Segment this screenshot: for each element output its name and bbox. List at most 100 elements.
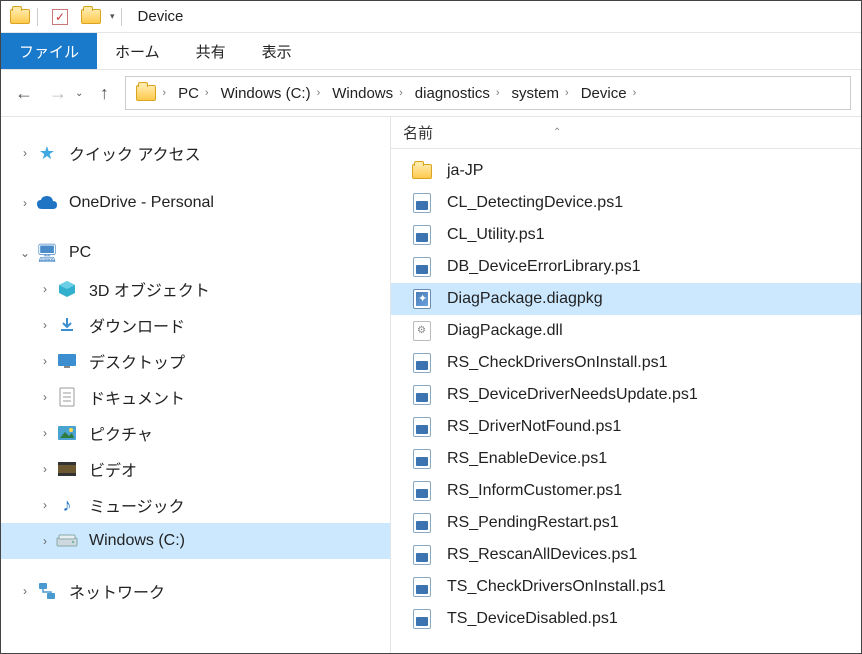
qat-dropdown-icon[interactable]: ▾ bbox=[110, 11, 115, 22]
nav-3d-objects[interactable]: › 3D オブジェクト bbox=[1, 271, 390, 307]
chevron-right-icon[interactable]: › bbox=[35, 498, 55, 512]
file-row[interactable]: CL_Utility.ps1 bbox=[391, 219, 861, 251]
dll-file-icon bbox=[411, 320, 433, 342]
file-row[interactable]: TS_CheckDriversOnInstall.ps1 bbox=[391, 571, 861, 603]
file-row[interactable]: RS_PendingRestart.ps1 bbox=[391, 507, 861, 539]
nav-desktop[interactable]: › デスクトップ bbox=[1, 343, 390, 379]
network-icon bbox=[35, 579, 59, 603]
file-row[interactable]: RS_DriverNotFound.ps1 bbox=[391, 411, 861, 443]
file-name: RS_EnableDevice.ps1 bbox=[447, 450, 607, 468]
file-name: TS_DeviceDisabled.ps1 bbox=[447, 610, 618, 628]
column-headers[interactable]: 名前 ⌃ bbox=[391, 117, 861, 149]
cloud-icon bbox=[35, 191, 59, 215]
diagpkg-file-icon bbox=[411, 288, 433, 310]
nav-downloads[interactable]: › ダウンロード bbox=[1, 307, 390, 343]
nav-videos[interactable]: › ビデオ bbox=[1, 451, 390, 487]
nav-music[interactable]: › ♪ ミュージック bbox=[1, 487, 390, 523]
history-dropdown-icon[interactable]: ⌄ bbox=[75, 88, 83, 99]
nav-label: クイック アクセス bbox=[69, 141, 201, 165]
document-icon bbox=[55, 385, 79, 409]
chevron-right-icon[interactable]: › bbox=[15, 196, 35, 210]
up-button[interactable]: ↑ bbox=[91, 80, 117, 106]
file-name: RS_RescanAllDevices.ps1 bbox=[447, 546, 637, 564]
file-row[interactable]: RS_DeviceDriverNeedsUpdate.ps1 bbox=[391, 379, 861, 411]
powershell-file-icon bbox=[411, 256, 433, 278]
nav-drive-c[interactable]: › Windows (C:) bbox=[1, 523, 390, 559]
breadcrumb-drive-c[interactable]: Windows (C:)› bbox=[217, 83, 325, 104]
file-row[interactable]: RS_EnableDevice.ps1 bbox=[391, 443, 861, 475]
powershell-file-icon bbox=[411, 576, 433, 598]
new-folder-icon[interactable] bbox=[80, 6, 102, 28]
tab-share[interactable]: 共有 bbox=[178, 33, 244, 69]
chevron-right-icon[interactable]: › bbox=[35, 462, 55, 476]
nav-pictures[interactable]: › ピクチャ bbox=[1, 415, 390, 451]
breadcrumb-system[interactable]: system› bbox=[508, 83, 573, 104]
file-row[interactable]: TS_DeviceDisabled.ps1 bbox=[391, 603, 861, 635]
star-icon: ★ bbox=[35, 141, 59, 165]
file-row[interactable]: ja-JP bbox=[391, 155, 861, 187]
file-name: RS_DriverNotFound.ps1 bbox=[447, 418, 621, 436]
music-icon: ♪ bbox=[55, 493, 79, 517]
chevron-right-icon[interactable]: › bbox=[35, 318, 55, 332]
chevron-right-icon[interactable]: › bbox=[15, 584, 35, 598]
file-row[interactable]: DB_DeviceErrorLibrary.ps1 bbox=[391, 251, 861, 283]
content-area: › ★ クイック アクセス › OneDrive - Personal ⌄ 🖥 … bbox=[1, 117, 861, 653]
nav-label: 3D オブジェクト bbox=[89, 277, 210, 301]
nav-label: ビデオ bbox=[89, 457, 137, 481]
breadcrumb-device[interactable]: Device› bbox=[577, 83, 641, 104]
powershell-file-icon bbox=[411, 480, 433, 502]
explorer-window: ✓ ▾ Device ファイル ホーム 共有 表示 ← → ⌄ ↑ › PC› … bbox=[0, 0, 862, 654]
chevron-right-icon[interactable]: › bbox=[35, 282, 55, 296]
divider bbox=[121, 8, 122, 26]
nav-documents[interactable]: › ドキュメント bbox=[1, 379, 390, 415]
desktop-icon bbox=[55, 349, 79, 373]
chevron-right-icon[interactable]: › bbox=[35, 534, 55, 548]
ribbon-tabs: ファイル ホーム 共有 表示 bbox=[1, 33, 861, 69]
chevron-down-icon[interactable]: ⌄ bbox=[15, 246, 35, 260]
cube-icon bbox=[55, 277, 79, 301]
breadcrumb-root-icon[interactable]: › bbox=[132, 83, 170, 103]
tab-home[interactable]: ホーム bbox=[97, 33, 178, 69]
chevron-right-icon[interactable]: › bbox=[35, 390, 55, 404]
back-button[interactable]: ← bbox=[11, 80, 37, 106]
nav-quick-access[interactable]: › ★ クイック アクセス bbox=[1, 135, 390, 171]
file-row[interactable]: RS_RescanAllDevices.ps1 bbox=[391, 539, 861, 571]
file-row[interactable]: RS_InformCustomer.ps1 bbox=[391, 475, 861, 507]
folder-icon bbox=[411, 160, 433, 182]
pictures-icon bbox=[55, 421, 79, 445]
file-row[interactable]: RS_CheckDriversOnInstall.ps1 bbox=[391, 347, 861, 379]
nav-network[interactable]: › ネットワーク bbox=[1, 573, 390, 609]
nav-label: PC bbox=[69, 244, 91, 262]
file-name: CL_DetectingDevice.ps1 bbox=[447, 194, 623, 212]
powershell-file-icon bbox=[411, 608, 433, 630]
powershell-file-icon bbox=[411, 416, 433, 438]
chevron-right-icon[interactable]: › bbox=[35, 426, 55, 440]
file-row[interactable]: DiagPackage.dll bbox=[391, 315, 861, 347]
nav-pc[interactable]: ⌄ 🖥 PC bbox=[1, 235, 390, 271]
file-row[interactable]: DiagPackage.diagpkg bbox=[391, 283, 861, 315]
breadcrumb-diagnostics[interactable]: diagnostics› bbox=[411, 83, 504, 104]
tab-file[interactable]: ファイル bbox=[1, 33, 97, 69]
nav-label: ピクチャ bbox=[89, 421, 153, 445]
window-folder-icon bbox=[9, 6, 31, 28]
column-name-header[interactable]: 名前 bbox=[403, 122, 433, 143]
file-name: RS_InformCustomer.ps1 bbox=[447, 482, 622, 500]
chevron-right-icon[interactable]: › bbox=[15, 146, 35, 160]
nav-onedrive[interactable]: › OneDrive - Personal bbox=[1, 185, 390, 221]
divider bbox=[37, 8, 38, 26]
file-row[interactable]: CL_DetectingDevice.ps1 bbox=[391, 187, 861, 219]
breadcrumb-windows[interactable]: Windows› bbox=[328, 83, 407, 104]
breadcrumb-pc[interactable]: PC› bbox=[174, 83, 213, 104]
forward-button[interactable]: → bbox=[45, 80, 71, 106]
file-list-pane: 名前 ⌃ ja-JP CL_DetectingDevice.ps1 CL_Utili… bbox=[391, 117, 861, 653]
nav-label: デスクトップ bbox=[89, 349, 185, 373]
powershell-file-icon bbox=[411, 352, 433, 374]
address-bar[interactable]: › PC› Windows (C:)› Windows› diagnostics… bbox=[125, 76, 851, 110]
tab-view[interactable]: 表示 bbox=[244, 33, 310, 69]
file-name: RS_DeviceDriverNeedsUpdate.ps1 bbox=[447, 386, 698, 404]
properties-icon[interactable]: ✓ bbox=[52, 9, 68, 25]
download-icon bbox=[55, 313, 79, 337]
file-list: ja-JP CL_DetectingDevice.ps1 CL_Utility.ps… bbox=[391, 149, 861, 653]
nav-label: ダウンロード bbox=[89, 313, 185, 337]
chevron-right-icon[interactable]: › bbox=[35, 354, 55, 368]
